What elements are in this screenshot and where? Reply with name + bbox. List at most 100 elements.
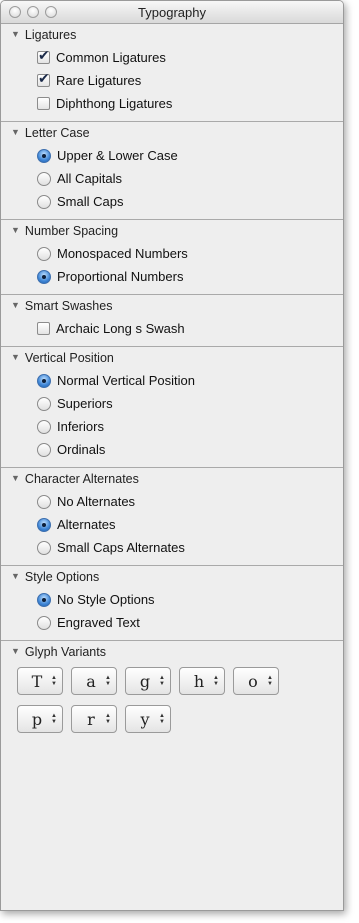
glyph-char: p bbox=[31, 709, 43, 729]
option-label: No Alternates bbox=[57, 494, 136, 509]
option-label: No Style Options bbox=[57, 592, 155, 607]
glyph-variant-popup-y[interactable]: y ▲ ▼ bbox=[125, 705, 171, 733]
glyph-variant-popup-t[interactable]: T ▲ ▼ bbox=[17, 667, 63, 695]
radio-normal-vertical-position[interactable]: Normal Vertical Position bbox=[1, 369, 343, 392]
section-header-ligatures[interactable]: ▼ Ligatures bbox=[1, 24, 343, 46]
glyph-row: T ▲ ▼ a ▲ ▼ g ▲ ▼ h ▲ ▼ o ▲ ▼ bbox=[17, 667, 343, 695]
section-title: Vertical Position bbox=[24, 351, 114, 365]
radio-superiors[interactable]: Superiors bbox=[1, 392, 343, 415]
radio-engraved-text[interactable]: Engraved Text bbox=[1, 611, 343, 634]
radio-icon[interactable] bbox=[37, 194, 51, 209]
option-label: Small Caps Alternates bbox=[57, 540, 185, 555]
disclosure-triangle-icon[interactable]: ▼ bbox=[11, 571, 20, 581]
radio-icon[interactable] bbox=[37, 494, 51, 509]
radio-no-style-options[interactable]: No Style Options bbox=[1, 588, 343, 611]
radio-small-caps-alternates[interactable]: Small Caps Alternates bbox=[1, 536, 343, 559]
radio-icon[interactable] bbox=[37, 148, 51, 163]
section-header-number-spacing[interactable]: ▼ Number Spacing bbox=[1, 220, 343, 242]
option-label: Normal Vertical Position bbox=[57, 373, 195, 388]
section-number-spacing: ▼ Number Spacing Monospaced Numbers Prop… bbox=[1, 220, 343, 295]
disclosure-triangle-icon[interactable]: ▼ bbox=[11, 225, 20, 235]
checkbox-common-ligatures[interactable]: Common Ligatures bbox=[1, 46, 343, 69]
glyph-variant-grid: T ▲ ▼ a ▲ ▼ g ▲ ▼ h ▲ ▼ o ▲ ▼ p ▲ ▼ r ▲ … bbox=[1, 663, 343, 733]
glyph-variant-popup-o[interactable]: o ▲ ▼ bbox=[233, 667, 279, 695]
glyph-char: a bbox=[86, 671, 96, 691]
option-label: Archaic Long s Swash bbox=[56, 321, 185, 336]
glyph-variant-popup-h[interactable]: h ▲ ▼ bbox=[179, 667, 225, 695]
section-header-letter-case[interactable]: ▼ Letter Case bbox=[1, 122, 343, 144]
checkbox-icon[interactable] bbox=[37, 97, 50, 110]
section-ligatures: ▼ Ligatures Common Ligatures Rare Ligatu… bbox=[1, 24, 343, 122]
radio-alternates[interactable]: Alternates bbox=[1, 513, 343, 536]
radio-icon[interactable] bbox=[37, 419, 51, 434]
section-header-style-options[interactable]: ▼ Style Options bbox=[1, 566, 343, 588]
glyph-variant-popup-g[interactable]: g ▲ ▼ bbox=[125, 667, 171, 695]
radio-inferiors[interactable]: Inferiors bbox=[1, 415, 343, 438]
radio-ordinals[interactable]: Ordinals bbox=[1, 438, 343, 461]
checkbox-icon[interactable] bbox=[37, 47, 50, 64]
disclosure-triangle-icon[interactable]: ▼ bbox=[11, 473, 20, 483]
radio-icon[interactable] bbox=[37, 615, 51, 630]
option-label: Rare Ligatures bbox=[56, 73, 142, 88]
radio-icon[interactable] bbox=[37, 517, 51, 532]
section-character-alternates: ▼ Character Alternates No Alternates Alt… bbox=[1, 468, 343, 566]
disclosure-triangle-icon[interactable]: ▼ bbox=[11, 127, 20, 137]
window-title: Typography bbox=[138, 5, 206, 20]
radio-proportional-numbers[interactable]: Proportional Numbers bbox=[1, 265, 343, 288]
section-title: Style Options bbox=[24, 570, 100, 584]
disclosure-triangle-icon[interactable]: ▼ bbox=[11, 646, 20, 656]
option-label: Inferiors bbox=[57, 419, 104, 434]
radio-no-alternates[interactable]: No Alternates bbox=[1, 490, 343, 513]
stepper-arrows-icon: ▲ ▼ bbox=[51, 675, 57, 687]
radio-icon[interactable] bbox=[37, 246, 51, 261]
section-header-smart-swashes[interactable]: ▼ Smart Swashes bbox=[1, 295, 343, 317]
glyph-variant-popup-r[interactable]: r ▲ ▼ bbox=[71, 705, 117, 733]
glyph-variant-popup-p[interactable]: p ▲ ▼ bbox=[17, 705, 63, 733]
section-title: Character Alternates bbox=[24, 472, 139, 486]
disclosure-triangle-icon[interactable]: ▼ bbox=[11, 29, 20, 39]
option-label: Common Ligatures bbox=[56, 50, 166, 65]
radio-icon[interactable] bbox=[37, 540, 51, 555]
radio-icon[interactable] bbox=[37, 269, 51, 284]
checkbox-archaic-long-s-swash[interactable]: Archaic Long s Swash bbox=[1, 317, 343, 340]
section-header-character-alternates[interactable]: ▼ Character Alternates bbox=[1, 468, 343, 490]
glyph-variant-popup-a[interactable]: a ▲ ▼ bbox=[71, 667, 117, 695]
radio-monospaced-numbers[interactable]: Monospaced Numbers bbox=[1, 242, 343, 265]
checkbox-diphthong-ligatures[interactable]: Diphthong Ligatures bbox=[1, 92, 343, 115]
section-title: Letter Case bbox=[24, 126, 90, 140]
glyph-char: y bbox=[140, 709, 150, 729]
stepper-arrows-icon: ▲ ▼ bbox=[51, 713, 57, 725]
option-label: All Capitals bbox=[57, 171, 123, 186]
checkbox-icon[interactable] bbox=[37, 322, 50, 335]
option-label: Alternates bbox=[57, 517, 116, 532]
radio-upper-lower-case[interactable]: Upper & Lower Case bbox=[1, 144, 343, 167]
section-vertical-position: ▼ Vertical Position Normal Vertical Posi… bbox=[1, 347, 343, 468]
checkbox-rare-ligatures[interactable]: Rare Ligatures bbox=[1, 69, 343, 92]
radio-icon[interactable] bbox=[37, 396, 51, 411]
radio-all-capitals[interactable]: All Capitals bbox=[1, 167, 343, 190]
radio-icon[interactable] bbox=[37, 442, 51, 457]
disclosure-triangle-icon[interactable]: ▼ bbox=[11, 352, 20, 362]
section-style-options: ▼ Style Options No Style Options Engrave… bbox=[1, 566, 343, 641]
option-label: Superiors bbox=[57, 396, 113, 411]
radio-small-caps[interactable]: Small Caps bbox=[1, 190, 343, 213]
stepper-arrows-icon: ▲ ▼ bbox=[159, 675, 165, 687]
glyph-char: h bbox=[193, 671, 205, 691]
disclosure-triangle-icon[interactable]: ▼ bbox=[11, 300, 20, 310]
glyph-row: p ▲ ▼ r ▲ ▼ y ▲ ▼ bbox=[17, 705, 343, 733]
option-label: Small Caps bbox=[57, 194, 124, 209]
glyph-char: r bbox=[87, 709, 95, 729]
section-header-vertical-position[interactable]: ▼ Vertical Position bbox=[1, 347, 343, 369]
checkbox-icon[interactable] bbox=[37, 70, 50, 87]
section-header-glyph-variants[interactable]: ▼ Glyph Variants bbox=[1, 641, 343, 663]
section-title: Smart Swashes bbox=[24, 299, 113, 313]
section-title: Glyph Variants bbox=[24, 645, 106, 659]
option-label: Monospaced Numbers bbox=[57, 246, 188, 261]
stepper-arrows-icon: ▲ ▼ bbox=[105, 675, 111, 687]
stepper-arrows-icon: ▲ ▼ bbox=[267, 675, 273, 687]
radio-icon[interactable] bbox=[37, 171, 51, 186]
radio-icon[interactable] bbox=[37, 592, 51, 607]
glyph-char: o bbox=[248, 671, 258, 691]
radio-icon[interactable] bbox=[37, 373, 51, 388]
section-title: Number Spacing bbox=[24, 224, 119, 238]
